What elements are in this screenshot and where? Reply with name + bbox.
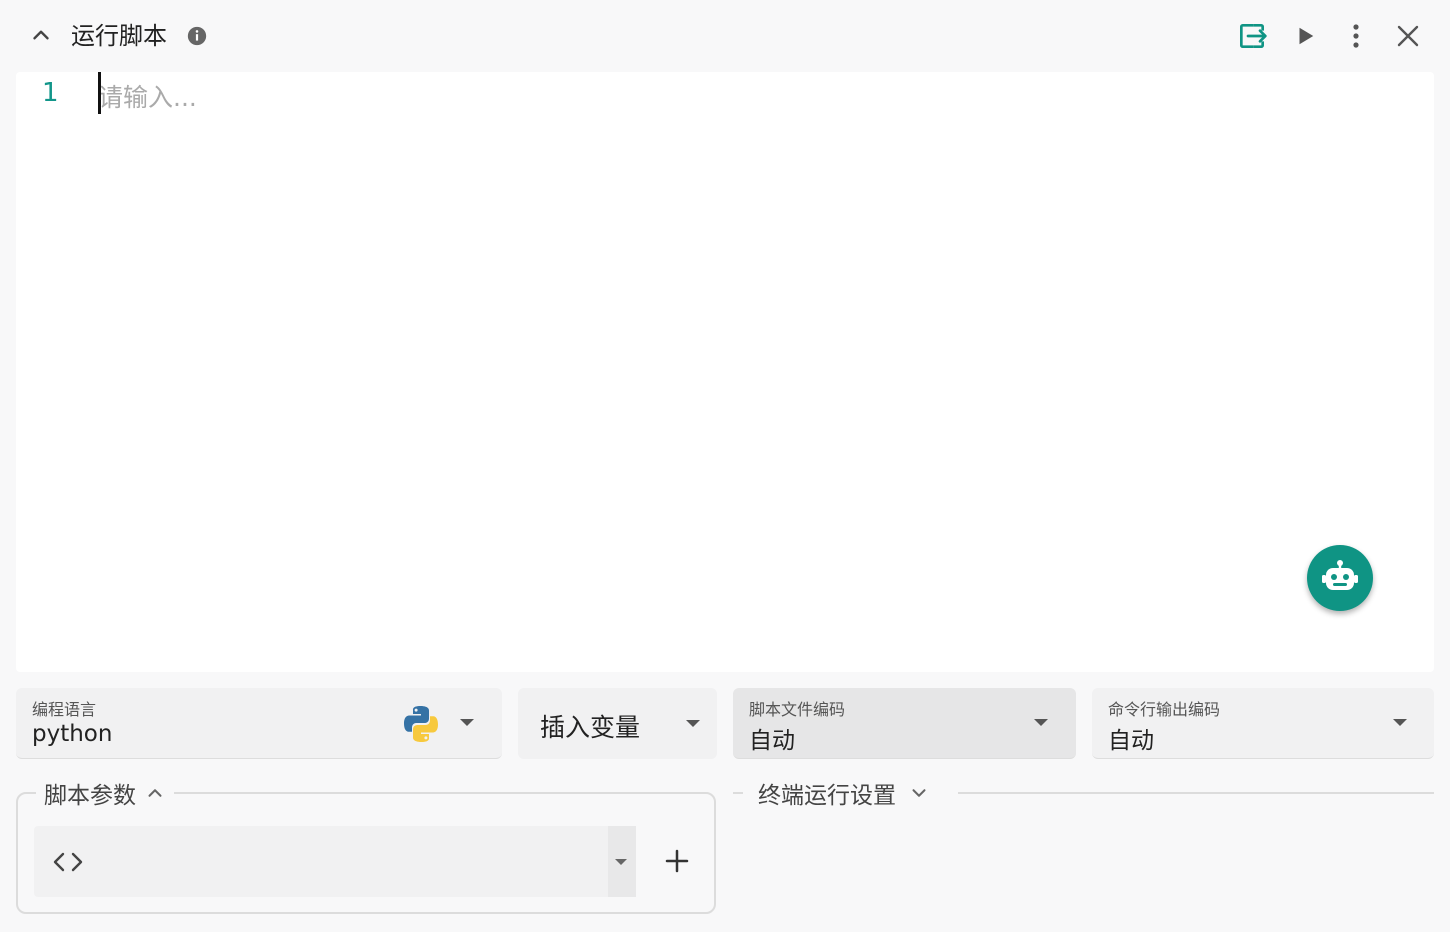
code-icon bbox=[53, 852, 83, 872]
play-icon bbox=[1299, 27, 1314, 45]
output-encoding-value: 自动 bbox=[1108, 728, 1154, 754]
terminal-settings-title: 终端运行设置 bbox=[758, 783, 896, 809]
language-value: python bbox=[32, 721, 113, 747]
insert-variable-label: 插入变量 bbox=[540, 713, 641, 742]
language-select[interactable]: 编程语言 python bbox=[16, 688, 502, 759]
more-options-button[interactable] bbox=[1338, 18, 1374, 54]
terminal-settings-toggle[interactable]: 终端运行设置 bbox=[758, 776, 930, 810]
insert-variable-dropdown-arrow[interactable] bbox=[686, 720, 700, 727]
script-args-dropdown-arrow bbox=[615, 859, 627, 865]
script-encoding-select[interactable]: 脚本文件编码 自动 bbox=[733, 688, 1076, 759]
chevron-up-icon[interactable] bbox=[144, 782, 166, 804]
editor-placeholder: 请输入... bbox=[98, 83, 197, 112]
exit-to-app-icon bbox=[1240, 24, 1267, 48]
python-logo-icon bbox=[404, 706, 438, 742]
script-encoding-dropdown-arrow[interactable] bbox=[1034, 719, 1048, 726]
output-encoding-select[interactable]: 命令行输出编码 自动 bbox=[1092, 688, 1434, 759]
script-args-dropdown[interactable] bbox=[608, 826, 636, 897]
page-title: 运行脚本 bbox=[71, 22, 167, 50]
robot-icon bbox=[1322, 560, 1358, 590]
text-cursor bbox=[98, 72, 101, 114]
chevron-down-icon bbox=[912, 789, 926, 797]
close-button[interactable] bbox=[1390, 18, 1426, 54]
script-encoding-label: 脚本文件编码 bbox=[749, 700, 846, 719]
language-label: 编程语言 bbox=[32, 700, 97, 719]
plus-icon[interactable] bbox=[662, 846, 692, 876]
code-editor[interactable]: 1 请输入... bbox=[16, 72, 1434, 672]
divider bbox=[958, 792, 1434, 794]
line-number: 1 bbox=[42, 78, 59, 108]
script-args-input[interactable] bbox=[34, 826, 622, 897]
output-encoding-label: 命令行输出编码 bbox=[1108, 700, 1221, 719]
ai-assistant-button[interactable] bbox=[1307, 545, 1373, 611]
language-dropdown-arrow[interactable] bbox=[460, 719, 474, 726]
script-args-panel: 脚本参数 bbox=[16, 776, 716, 914]
run-button[interactable] bbox=[1287, 18, 1323, 54]
close-icon bbox=[1397, 25, 1419, 47]
script-args-legend[interactable]: 脚本参数 bbox=[36, 776, 174, 810]
more-vert-icon bbox=[1353, 24, 1359, 48]
script-args-title: 脚本参数 bbox=[44, 783, 136, 809]
divider bbox=[733, 792, 743, 794]
output-encoding-dropdown-arrow[interactable] bbox=[1393, 719, 1407, 726]
script-encoding-value: 自动 bbox=[749, 728, 795, 754]
insert-variable-button[interactable]: 插入变量 bbox=[518, 688, 717, 759]
exit-to-app-button[interactable] bbox=[1234, 18, 1270, 54]
header: 运行脚本 bbox=[0, 0, 1450, 72]
chevron-up-icon[interactable] bbox=[28, 22, 54, 48]
info-icon[interactable] bbox=[186, 25, 208, 47]
